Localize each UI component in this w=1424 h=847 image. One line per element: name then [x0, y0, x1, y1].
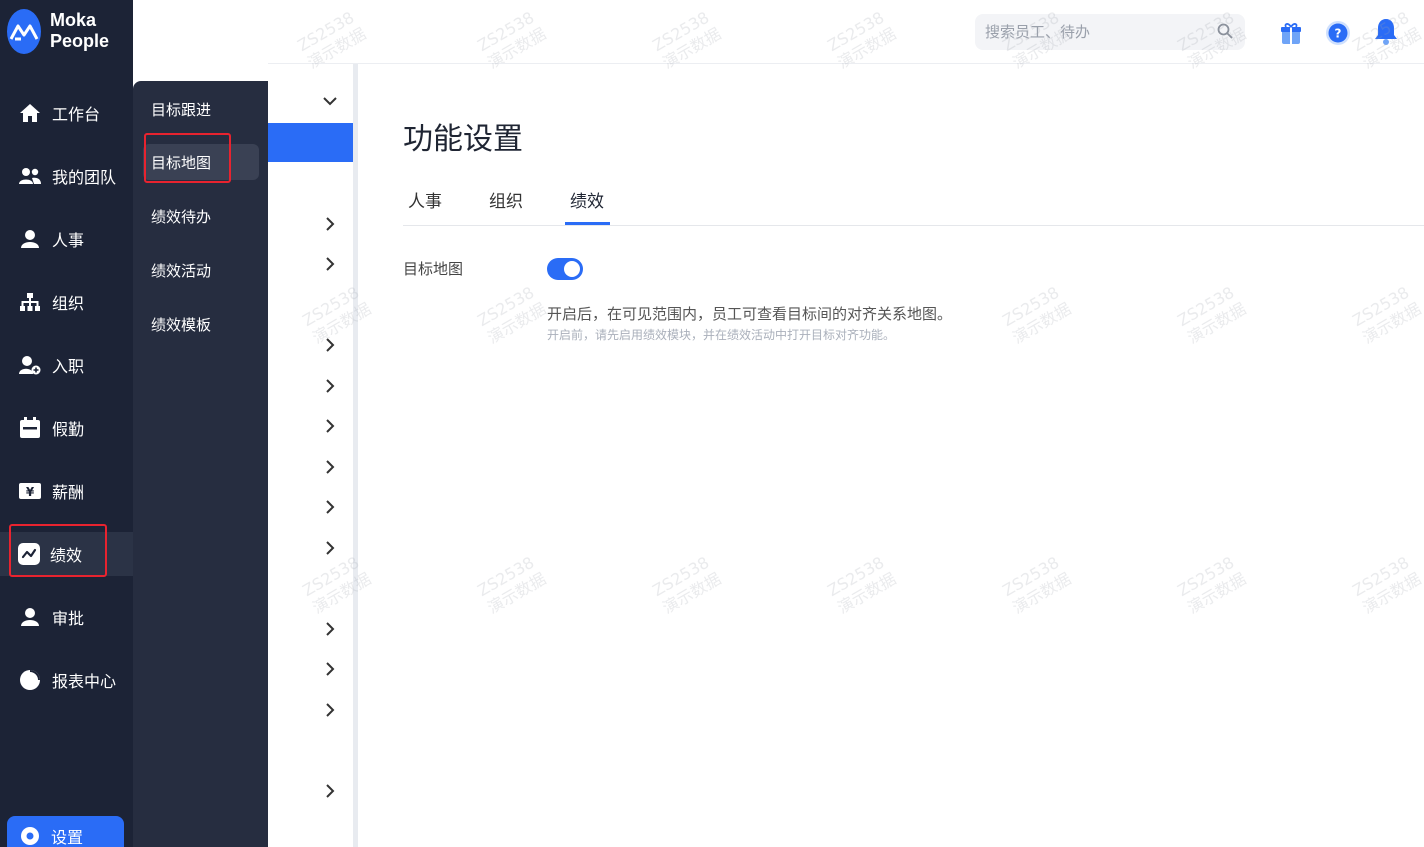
sidebar-item-label: 组织	[52, 294, 85, 313]
chevron-right-icon[interactable]	[322, 256, 338, 272]
sidebar-item-label: 报表中心	[52, 672, 117, 691]
search-box[interactable]	[975, 14, 1245, 50]
active-tab-indicator	[565, 222, 610, 225]
watermark: ZS2538 演示数据	[474, 552, 550, 618]
chevron-down-icon[interactable]	[322, 93, 338, 109]
watermark: ZS2538 演示数据	[1349, 282, 1424, 348]
sidebar-item-performance[interactable]: 绩效	[0, 532, 133, 576]
tab-hr[interactable]: 人事	[408, 187, 442, 212]
moka-logo-icon	[7, 8, 41, 54]
bell-icon[interactable]	[1373, 18, 1399, 45]
brand[interactable]: Moka People	[7, 8, 133, 54]
search-icon[interactable]	[1217, 23, 1233, 43]
performance-subpanel: 目标跟进 目标地图 绩效待办 绩效活动 绩效模板	[133, 81, 268, 847]
settings-menu-column	[268, 64, 353, 847]
watermark: ZS2538 演示数据	[999, 552, 1075, 618]
chevron-right-icon[interactable]	[322, 378, 338, 394]
watermark: ZS2538 演示数据	[1174, 552, 1250, 618]
primary-sidebar: Moka People 工作台 我的团队 人事 组织 入职 假勤 ¥ 薪酬 绩效…	[0, 0, 133, 847]
settings-icon	[19, 825, 41, 847]
sidebar-item-label: 我的团队	[52, 168, 117, 187]
subpanel-item-label: 绩效模板	[151, 315, 212, 334]
settings-tabs: 人事 组织 绩效	[403, 183, 1424, 226]
tab-org[interactable]: 组织	[489, 187, 523, 212]
toggle-knob	[564, 261, 580, 277]
approval-icon	[18, 605, 42, 629]
sidebar-item-settings[interactable]: 设置	[7, 816, 124, 847]
help-icon[interactable]: ?	[1325, 20, 1351, 46]
watermark: ZS2538 演示数据	[1349, 552, 1424, 618]
sidebar-item-label: 设置	[51, 828, 84, 847]
person-icon	[18, 227, 42, 251]
goal-map-toggle[interactable]	[547, 258, 583, 280]
top-header	[268, 0, 1424, 64]
org-icon	[18, 290, 42, 314]
subpanel-item-label: 绩效活动	[151, 261, 212, 280]
settings-menu-scrollbar[interactable]	[353, 64, 358, 847]
sidebar-item-approval[interactable]: 审批	[0, 595, 133, 639]
tab-performance[interactable]: 绩效	[570, 187, 604, 212]
svg-text:¥: ¥	[26, 485, 35, 499]
help-icon-glyph: ?	[1335, 27, 1342, 41]
calendar-icon	[18, 416, 42, 440]
watermark: ZS2538 演示数据	[824, 552, 900, 618]
sidebar-item-onboard[interactable]: 入职	[0, 343, 133, 387]
sidebar-item-org[interactable]: 组织	[0, 280, 133, 324]
settings-menu-selected-item[interactable]	[268, 123, 353, 162]
setting-label-goal-map: 目标地图	[403, 260, 464, 278]
sidebar-item-label: 审批	[52, 609, 85, 628]
page-title: 功能设置	[403, 122, 523, 157]
chevron-right-icon[interactable]	[322, 621, 338, 637]
salary-icon: ¥	[18, 479, 42, 503]
sidebar-item-label: 工作台	[52, 105, 101, 124]
sidebar-item-salary[interactable]: ¥ 薪酬	[0, 469, 133, 513]
subpanel-item-label: 目标跟进	[151, 100, 212, 119]
subpanel-item-performance-activity[interactable]: 绩效活动	[143, 252, 259, 288]
chevron-right-icon[interactable]	[322, 783, 338, 799]
sidebar-item-workbench[interactable]: 工作台	[0, 91, 133, 135]
chevron-right-icon[interactable]	[322, 661, 338, 677]
sidebar-item-label: 人事	[52, 231, 85, 250]
subpanel-item-label: 目标地图	[151, 153, 212, 172]
subpanel-item-goal-map[interactable]: 目标地图	[143, 144, 259, 180]
chevron-right-icon[interactable]	[322, 216, 338, 232]
onboard-icon	[18, 353, 42, 377]
chevron-right-icon[interactable]	[322, 499, 338, 515]
sidebar-item-label: 绩效	[50, 546, 83, 565]
app-root: Moka People 工作台 我的团队 人事 组织 入职 假勤 ¥ 薪酬 绩效…	[0, 0, 1424, 847]
brand-name: Moka People	[49, 10, 109, 51]
sidebar-item-label: 入职	[52, 357, 85, 376]
subpanel-item-performance-template[interactable]: 绩效模板	[143, 306, 259, 342]
sidebar-item-reports[interactable]: 报表中心	[0, 658, 133, 702]
subpanel-item-performance-todo[interactable]: 绩效待办	[143, 198, 259, 234]
home-icon	[18, 101, 42, 125]
gift-icon[interactable]	[1278, 20, 1304, 46]
subpanel-item-goal-tracking[interactable]: 目标跟进	[143, 91, 259, 127]
sidebar-item-label: 薪酬	[52, 483, 85, 502]
search-input[interactable]	[985, 23, 1205, 41]
chevron-right-icon[interactable]	[322, 337, 338, 353]
performance-icon	[18, 543, 40, 565]
watermark: ZS2538 演示数据	[999, 282, 1075, 348]
chevron-right-icon[interactable]	[322, 459, 338, 475]
chevron-right-icon[interactable]	[322, 702, 338, 718]
subpanel-item-label: 绩效待办	[151, 207, 212, 226]
watermark: ZS2538 演示数据	[1174, 282, 1250, 348]
watermark: ZS2538 演示数据	[649, 552, 725, 618]
sidebar-item-my-team[interactable]: 我的团队	[0, 154, 133, 198]
setting-hint: 开启前，请先启用绩效模块，并在绩效活动中打开目标对齐功能。	[547, 328, 896, 342]
chevron-right-icon[interactable]	[322, 418, 338, 434]
report-icon	[18, 668, 42, 692]
chevron-right-icon[interactable]	[322, 540, 338, 556]
watermark: ZS2538 演示数据	[474, 282, 550, 348]
sidebar-item-hr[interactable]: 人事	[0, 217, 133, 261]
sidebar-item-label: 假勤	[52, 420, 85, 439]
team-icon	[18, 164, 42, 188]
setting-description: 开启后，在可见范围内，员工可查看目标间的对齐关系地图。	[547, 305, 953, 323]
sidebar-item-attendance[interactable]: 假勤	[0, 406, 133, 450]
